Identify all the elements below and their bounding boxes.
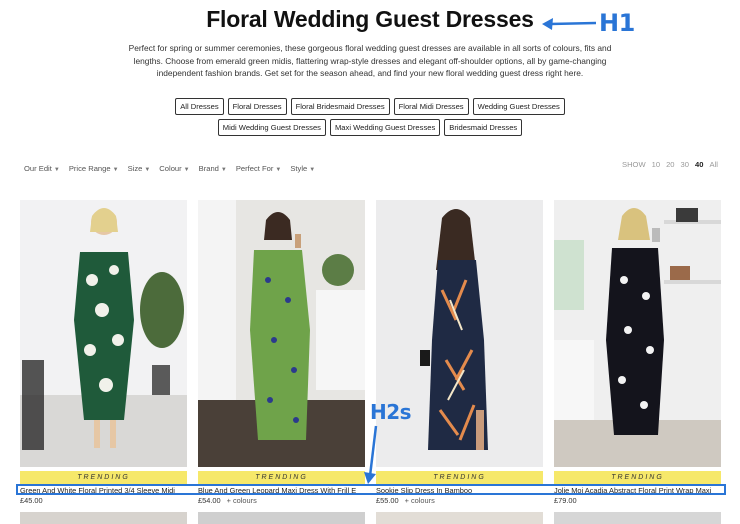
product-image[interactable] bbox=[554, 200, 721, 467]
show-option-10[interactable]: 10 bbox=[652, 160, 660, 169]
product-price: £55.00 + colours bbox=[376, 496, 435, 505]
chip-bridesmaid-dresses[interactable]: Bridesmaid Dresses bbox=[444, 119, 523, 136]
product-image[interactable] bbox=[376, 200, 543, 467]
filter-our-edit[interactable]: Our Edit ▼ bbox=[24, 164, 60, 173]
annotation-arrow-icon bbox=[542, 18, 597, 30]
product-price: £79.00 bbox=[554, 496, 577, 505]
product-name[interactable]: Blue And Green Leopard Maxi Dress With F… bbox=[198, 486, 366, 495]
filter-perfect-for[interactable]: Perfect For ▼ bbox=[236, 164, 282, 173]
trending-badge: TRENDING bbox=[198, 471, 365, 484]
product-image-next-row[interactable] bbox=[554, 512, 721, 524]
show-option-30[interactable]: 30 bbox=[681, 160, 689, 169]
trending-badge: TRENDING bbox=[554, 471, 721, 484]
product-image-next-row[interactable] bbox=[376, 512, 543, 524]
product-card[interactable] bbox=[376, 200, 543, 467]
chip-wedding-guest-dresses[interactable]: Wedding Guest Dresses bbox=[472, 98, 565, 115]
trending-badge: TRENDING bbox=[20, 471, 187, 484]
intro-text: Perfect for spring or summer ceremonies,… bbox=[128, 43, 612, 79]
show-option-40[interactable]: 40 bbox=[695, 160, 703, 169]
product-image-next-row[interactable] bbox=[20, 512, 187, 524]
product-image[interactable] bbox=[20, 200, 187, 467]
show-option-20[interactable]: 20 bbox=[666, 160, 674, 169]
show-per-page: SHOW 10 20 30 40 All bbox=[622, 160, 718, 169]
product-name[interactable]: Green And White Floral Printed 3/4 Sleev… bbox=[20, 486, 188, 495]
category-links-row-1: All Dresses Floral Dresses Floral Brides… bbox=[0, 98, 740, 115]
product-image-next-row[interactable] bbox=[198, 512, 365, 524]
filter-price-range[interactable]: Price Range ▼ bbox=[69, 164, 119, 173]
product-image[interactable] bbox=[198, 200, 365, 467]
caret-down-icon: ▼ bbox=[183, 167, 190, 173]
filter-bar: Our Edit ▼ Price Range ▼ Size ▼ Colour ▼ Bra… bbox=[24, 164, 315, 173]
filter-brand[interactable]: Brand ▼ bbox=[199, 164, 227, 173]
filter-colour[interactable]: Colour ▼ bbox=[159, 164, 189, 173]
filter-size[interactable]: Size ▼ bbox=[128, 164, 151, 173]
caret-down-icon: ▼ bbox=[112, 167, 119, 173]
product-price: £45.00 bbox=[20, 496, 43, 505]
filter-style[interactable]: Style ▼ bbox=[290, 164, 315, 173]
product-name[interactable]: Jolie Moi Acadia Abstract Floral Print W… bbox=[554, 486, 722, 495]
category-links-row-2: Midi Wedding Guest Dresses Maxi Wedding … bbox=[0, 119, 740, 136]
caret-down-icon: ▼ bbox=[144, 167, 151, 173]
chip-floral-dresses[interactable]: Floral Dresses bbox=[227, 98, 287, 115]
chip-floral-midi-dresses[interactable]: Floral Midi Dresses bbox=[393, 98, 469, 115]
caret-down-icon: ▼ bbox=[220, 167, 227, 173]
product-card[interactable] bbox=[20, 200, 187, 467]
caret-down-icon: ▼ bbox=[275, 167, 282, 173]
chip-all-dresses[interactable]: All Dresses bbox=[175, 98, 224, 115]
h2s-annotation-label: H2s bbox=[370, 400, 412, 424]
h1-annotation-label: H1 bbox=[599, 9, 635, 37]
chip-maxi-wedding-guest-dresses[interactable]: Maxi Wedding Guest Dresses bbox=[329, 119, 441, 136]
product-name[interactable]: Sookie Slip Dress In Bamboo bbox=[376, 486, 544, 495]
product-price: £54.00 + colours bbox=[198, 496, 257, 505]
show-label: SHOW bbox=[622, 160, 646, 169]
show-option-all[interactable]: All bbox=[709, 160, 717, 169]
caret-down-icon: ▼ bbox=[309, 167, 316, 173]
chip-floral-bridesmaid-dresses[interactable]: Floral Bridesmaid Dresses bbox=[290, 98, 390, 115]
caret-down-icon: ▼ bbox=[53, 167, 60, 173]
annotation-arrow-down-icon bbox=[364, 425, 378, 484]
product-card[interactable] bbox=[554, 200, 721, 467]
chip-midi-wedding-guest-dresses[interactable]: Midi Wedding Guest Dresses bbox=[217, 119, 326, 136]
product-card[interactable] bbox=[198, 200, 365, 467]
trending-badge: TRENDING bbox=[376, 471, 543, 484]
